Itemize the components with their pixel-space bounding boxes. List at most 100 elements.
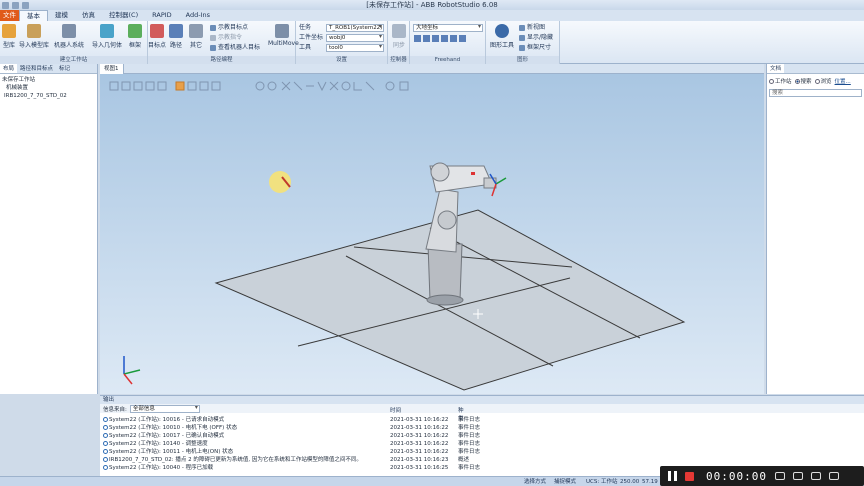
import-library-icon xyxy=(27,24,41,38)
robot-base xyxy=(427,243,463,301)
tool-label: 工具 xyxy=(299,44,312,51)
tool-select[interactable]: tool0 xyxy=(326,44,384,52)
tab-paths-targets[interactable]: 路径和目标点 xyxy=(17,64,56,73)
tab-rapid[interactable]: RAPID xyxy=(145,10,179,21)
group-build-station: 型库 导入模型库 机器人系统 导入几何体 框架 建立工作站 xyxy=(0,21,148,64)
robot-system-button[interactable]: 机器人系统 xyxy=(52,24,86,49)
column-time[interactable]: 时间 xyxy=(390,408,401,414)
measure-icon[interactable] xyxy=(341,81,351,91)
snap-icon[interactable] xyxy=(317,81,327,92)
jog-joint-icon[interactable] xyxy=(432,35,439,42)
snap-icon[interactable] xyxy=(255,81,265,91)
view-robot-target-button[interactable]: 查看机器人目标 xyxy=(210,44,260,52)
geometry-icon xyxy=(100,24,114,38)
3d-viewport[interactable] xyxy=(100,74,764,394)
rotate-icon[interactable] xyxy=(423,35,430,42)
output-title: 输出 xyxy=(100,396,864,404)
show-hide-icon xyxy=(519,35,525,41)
measure-icon[interactable] xyxy=(365,81,375,91)
tree-item-robot[interactable]: IRB1200_7_70_STD_02 xyxy=(2,92,95,100)
message-source-select[interactable]: 全部信息 xyxy=(129,404,200,413)
new-view-button[interactable]: 新视图 xyxy=(519,24,545,32)
view-tool-icon[interactable] xyxy=(199,81,209,91)
snap-icon[interactable] xyxy=(281,81,291,91)
tab-modeling[interactable]: 建模 xyxy=(48,10,75,21)
tab-simulation[interactable]: 仿真 xyxy=(75,10,102,21)
microphone-icon[interactable] xyxy=(774,472,785,480)
stop-icon[interactable] xyxy=(685,471,694,481)
robot-system-icon xyxy=(62,24,76,38)
path-button[interactable]: 路径 xyxy=(168,24,184,49)
move-icon[interactable] xyxy=(414,35,421,42)
tab-file[interactable]: 文件 xyxy=(0,10,19,21)
documents-search-input[interactable]: 搜索 xyxy=(769,89,862,97)
measure-icon[interactable] xyxy=(353,82,362,91)
radio-search[interactable]: 搜索 xyxy=(794,77,812,85)
tab-controller[interactable]: 控制器(C) xyxy=(102,10,145,21)
sync-button[interactable]: 同步 xyxy=(390,24,408,49)
teach-target-button[interactable]: 示教目标点 xyxy=(210,24,248,32)
tree-item-mechanisms[interactable]: 机械装置 xyxy=(2,84,95,92)
group-label: 图形 xyxy=(486,56,559,64)
other-icon xyxy=(189,24,203,38)
view-tool-icon[interactable] xyxy=(121,81,131,91)
frame-button[interactable]: 框架 xyxy=(126,24,144,49)
view-tool-icon[interactable] xyxy=(145,81,155,91)
import-geometry-button[interactable]: 导入几何体 xyxy=(90,24,124,49)
teach-instruction-button[interactable]: 示教指令 xyxy=(210,34,242,42)
task-select[interactable]: T_ROB1(System22) xyxy=(326,24,384,32)
snap-icon[interactable] xyxy=(267,81,277,91)
frame-size-icon xyxy=(519,45,525,51)
view-area: 视图1 xyxy=(100,64,764,394)
view-tool-icon[interactable] xyxy=(133,81,143,91)
snap-icon[interactable] xyxy=(329,81,339,91)
multimove-button[interactable]: MultiMove xyxy=(268,24,299,47)
graphics-tools-button[interactable]: 图形工具 xyxy=(488,24,516,49)
tab-tags[interactable]: 标记 xyxy=(56,64,73,73)
layout-panel-tabs: 布局 路径和目标点 标记 xyxy=(0,64,97,74)
view-tool-icon[interactable] xyxy=(187,81,197,91)
location-link[interactable]: 位置... xyxy=(835,77,851,85)
target-button[interactable]: 目标点 xyxy=(148,24,166,49)
output-columns: 时间 种类 xyxy=(390,406,464,422)
tab-add-ins[interactable]: Add-Ins xyxy=(179,10,217,21)
documents-panel: 文档 工作站 搜索 浏览 位置... 搜索 xyxy=(766,64,864,394)
camera-icon[interactable] xyxy=(792,472,803,480)
tab-layout[interactable]: 布局 xyxy=(0,64,18,73)
select-tool-icon[interactable] xyxy=(175,81,185,91)
freehand-tools xyxy=(414,35,466,42)
screenshot-icon[interactable] xyxy=(810,472,821,480)
show-hide-button[interactable]: 显示/隐藏 xyxy=(519,34,553,42)
view-tool-icon[interactable] xyxy=(109,81,119,91)
multi-robot-jog-icon[interactable] xyxy=(459,35,466,42)
jog-linear-icon[interactable] xyxy=(441,35,448,42)
group-settings: 任务 T_ROB1(System22) 工件坐标 wobj0 工具 tool0 … xyxy=(296,21,388,64)
radio-workstation[interactable]: 工作站 xyxy=(769,77,792,85)
cursor-highlight xyxy=(269,171,291,193)
view-tool-icon[interactable] xyxy=(157,81,167,91)
measure-icon[interactable] xyxy=(385,81,395,91)
import-library-button[interactable]: 导入模型库 xyxy=(18,24,50,49)
reference-frame-select[interactable]: 大地坐标 xyxy=(413,24,483,32)
measure-icon[interactable] xyxy=(399,81,409,91)
abb-library-button[interactable]: 型库 xyxy=(0,24,18,49)
group-label: Freehand xyxy=(410,56,485,64)
tab-home[interactable]: 基本 xyxy=(19,10,48,21)
radio-browse[interactable]: 浏览 xyxy=(814,77,832,85)
robot-base-plate xyxy=(426,294,464,306)
snap-mode[interactable]: 捕捉模式 xyxy=(554,477,576,486)
select-mode[interactable]: 选择方式 xyxy=(524,477,546,486)
tab-view1[interactable]: 视图1 xyxy=(100,64,124,74)
tree-item-station[interactable]: 未保存工作站 xyxy=(2,76,95,84)
other-button[interactable]: 其它 xyxy=(188,24,204,49)
documents-panel-header: 文档 xyxy=(767,64,864,74)
snap-icon[interactable] xyxy=(293,81,303,91)
view-tool-icon[interactable] xyxy=(211,81,221,91)
frame-size-button[interactable]: 框架尺寸 xyxy=(519,44,551,52)
library-icon xyxy=(2,24,16,38)
wobj-select[interactable]: wobj0 xyxy=(326,34,384,42)
jog-reorient-icon[interactable] xyxy=(450,35,457,42)
settings-icon[interactable] xyxy=(828,472,839,480)
ucs-indicator: UCS: 工作站 xyxy=(586,479,618,485)
pause-icon[interactable] xyxy=(668,471,677,481)
